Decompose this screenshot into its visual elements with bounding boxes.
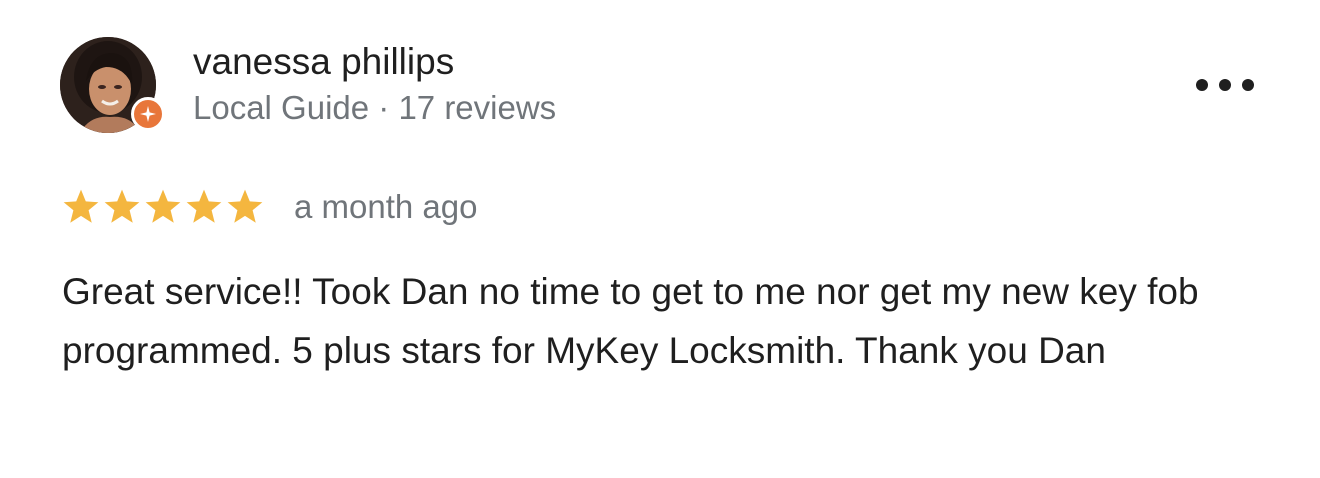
more-options-icon[interactable] [1196, 68, 1254, 102]
star-icon [145, 189, 181, 223]
author-meta[interactable]: Local Guide · 17 reviews [193, 85, 556, 131]
local-guide-badge-icon [131, 97, 165, 131]
star-icon [186, 189, 222, 223]
more-dot [1219, 79, 1231, 91]
review-text: Great service!! Took Dan no time to get … [62, 271, 1199, 371]
review-time: a month ago [294, 188, 478, 225]
star-rating [61, 188, 265, 226]
author-name[interactable]: vanessa phillips [193, 38, 454, 86]
review-card: vanessa phillips Local Guide · 17 review… [0, 0, 1320, 478]
star-icon [227, 189, 263, 223]
more-dot [1196, 79, 1208, 91]
star-icon [63, 189, 99, 223]
more-dot [1242, 79, 1254, 91]
star-icon [104, 189, 140, 223]
author-avatar-group[interactable] [60, 37, 172, 133]
